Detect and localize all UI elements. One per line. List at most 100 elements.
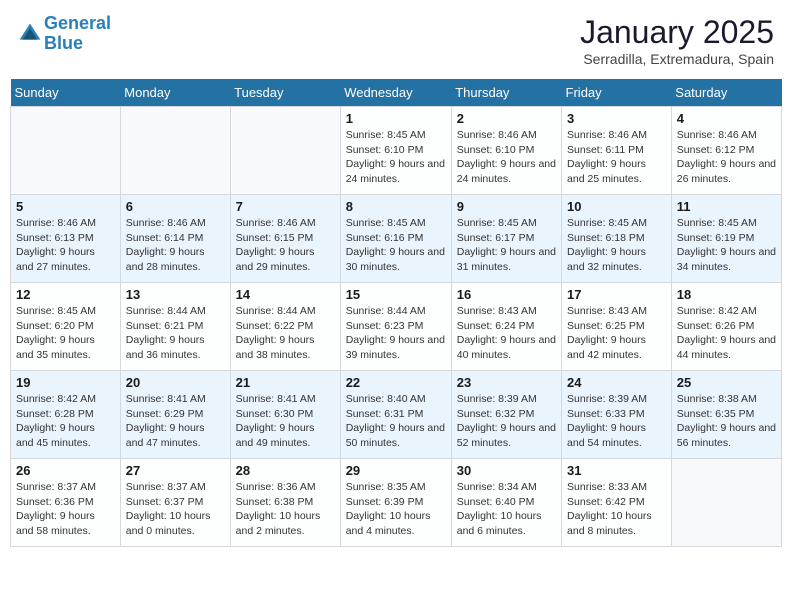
day-info: Sunrise: 8:39 AMSunset: 6:32 PMDaylight:…	[457, 392, 556, 451]
calendar-cell: 12 Sunrise: 8:45 AMSunset: 6:20 PMDayligh…	[11, 283, 121, 371]
day-info: Sunrise: 8:45 AMSunset: 6:17 PMDaylight:…	[457, 216, 556, 275]
day-number: 15	[346, 287, 446, 302]
calendar-cell: 3 Sunrise: 8:46 AMSunset: 6:11 PMDaylight…	[562, 107, 672, 195]
calendar-cell: 16 Sunrise: 8:43 AMSunset: 6:24 PMDayligh…	[451, 283, 561, 371]
calendar-cell	[671, 459, 781, 547]
day-number: 20	[126, 375, 225, 390]
day-number: 29	[346, 463, 446, 478]
day-header-tuesday: Tuesday	[230, 79, 340, 107]
calendar-cell: 11Sunrise: 8:45 AMSunset: 6:19 PMDayligh…	[671, 195, 781, 283]
calendar-cell	[120, 107, 230, 195]
day-info: Sunrise: 8:41 AMSunset: 6:30 PMDaylight:…	[236, 392, 335, 451]
calendar-cell: 23 Sunrise: 8:39 AMSunset: 6:32 PMDayligh…	[451, 371, 561, 459]
calendar-cell: 30Sunrise: 8:34 AMSunset: 6:40 PMDayligh…	[451, 459, 561, 547]
day-info: Sunrise: 8:45 AMSunset: 6:19 PMDaylight:…	[677, 216, 776, 275]
location-subtitle: Serradilla, Extremadura, Spain	[580, 51, 774, 67]
calendar-cell: 15 Sunrise: 8:44 AMSunset: 6:23 PMDayligh…	[340, 283, 451, 371]
day-number: 17	[567, 287, 666, 302]
day-number: 1	[346, 111, 446, 126]
day-number: 4	[677, 111, 776, 126]
day-info: Sunrise: 8:44 AMSunset: 6:23 PMDaylight:…	[346, 304, 446, 363]
day-info: Sunrise: 8:42 AMSunset: 6:28 PMDaylight:…	[16, 392, 115, 451]
day-number: 12	[16, 287, 115, 302]
day-info: Sunrise: 8:46 AMSunset: 6:14 PMDaylight:…	[126, 216, 225, 275]
logo-text: General Blue	[44, 14, 111, 54]
day-info: Sunrise: 8:43 AMSunset: 6:24 PMDaylight:…	[457, 304, 556, 363]
day-number: 8	[346, 199, 446, 214]
day-number: 13	[126, 287, 225, 302]
day-number: 2	[457, 111, 556, 126]
calendar-week-2: 5 Sunrise: 8:46 AMSunset: 6:13 PMDaylight…	[11, 195, 782, 283]
day-number: 19	[16, 375, 115, 390]
calendar-cell: 8 Sunrise: 8:45 AMSunset: 6:16 PMDaylight…	[340, 195, 451, 283]
day-header-sunday: Sunday	[11, 79, 121, 107]
day-info: Sunrise: 8:45 AMSunset: 6:20 PMDaylight:…	[16, 304, 115, 363]
day-number: 27	[126, 463, 225, 478]
day-number: 26	[16, 463, 115, 478]
day-number: 7	[236, 199, 335, 214]
day-info: Sunrise: 8:45 AMSunset: 6:16 PMDaylight:…	[346, 216, 446, 275]
day-number: 5	[16, 199, 115, 214]
day-info: Sunrise: 8:37 AMSunset: 6:36 PMDaylight:…	[16, 480, 115, 539]
calendar-cell: 2 Sunrise: 8:46 AMSunset: 6:10 PMDaylight…	[451, 107, 561, 195]
day-info: Sunrise: 8:46 AMSunset: 6:10 PMDaylight:…	[457, 128, 556, 187]
day-number: 6	[126, 199, 225, 214]
day-number: 31	[567, 463, 666, 478]
calendar-cell: 21Sunrise: 8:41 AMSunset: 6:30 PMDayligh…	[230, 371, 340, 459]
calendar-cell: 17 Sunrise: 8:43 AMSunset: 6:25 PMDayligh…	[562, 283, 672, 371]
calendar-cell: 29 Sunrise: 8:35 AMSunset: 6:39 PMDayligh…	[340, 459, 451, 547]
calendar-cell: 13 Sunrise: 8:44 AMSunset: 6:21 PMDayligh…	[120, 283, 230, 371]
day-info: Sunrise: 8:44 AMSunset: 6:21 PMDaylight:…	[126, 304, 225, 363]
calendar-cell: 6 Sunrise: 8:46 AMSunset: 6:14 PMDaylight…	[120, 195, 230, 283]
calendar-cell: 14Sunrise: 8:44 AMSunset: 6:22 PMDayligh…	[230, 283, 340, 371]
calendar-cell: 26 Sunrise: 8:37 AMSunset: 6:36 PMDayligh…	[11, 459, 121, 547]
day-number: 24	[567, 375, 666, 390]
day-number: 23	[457, 375, 556, 390]
calendar-week-4: 19 Sunrise: 8:42 AMSunset: 6:28 PMDayligh…	[11, 371, 782, 459]
title-block: January 2025 Serradilla, Extremadura, Sp…	[580, 14, 774, 67]
calendar-cell: 22Sunrise: 8:40 AMSunset: 6:31 PMDayligh…	[340, 371, 451, 459]
day-number: 16	[457, 287, 556, 302]
calendar-week-1: 1 Sunrise: 8:45 AMSunset: 6:10 PMDaylight…	[11, 107, 782, 195]
day-header-monday: Monday	[120, 79, 230, 107]
calendar-week-5: 26 Sunrise: 8:37 AMSunset: 6:36 PMDayligh…	[11, 459, 782, 547]
calendar-cell: 5 Sunrise: 8:46 AMSunset: 6:13 PMDaylight…	[11, 195, 121, 283]
day-info: Sunrise: 8:36 AMSunset: 6:38 PMDaylight:…	[236, 480, 335, 539]
day-info: Sunrise: 8:43 AMSunset: 6:25 PMDaylight:…	[567, 304, 666, 363]
day-number: 30	[457, 463, 556, 478]
calendar-week-3: 12 Sunrise: 8:45 AMSunset: 6:20 PMDayligh…	[11, 283, 782, 371]
page-header: General Blue January 2025 Serradilla, Ex…	[10, 10, 782, 71]
day-number: 25	[677, 375, 776, 390]
calendar-cell	[230, 107, 340, 195]
day-info: Sunrise: 8:46 AMSunset: 6:11 PMDaylight:…	[567, 128, 666, 187]
day-info: Sunrise: 8:46 AMSunset: 6:15 PMDaylight:…	[236, 216, 335, 275]
day-number: 9	[457, 199, 556, 214]
calendar-cell: 9 Sunrise: 8:45 AMSunset: 6:17 PMDaylight…	[451, 195, 561, 283]
day-number: 18	[677, 287, 776, 302]
day-info: Sunrise: 8:41 AMSunset: 6:29 PMDaylight:…	[126, 392, 225, 451]
day-header-thursday: Thursday	[451, 79, 561, 107]
day-number: 3	[567, 111, 666, 126]
calendar-cell: 27Sunrise: 8:37 AMSunset: 6:37 PMDayligh…	[120, 459, 230, 547]
day-header-saturday: Saturday	[671, 79, 781, 107]
month-title: January 2025	[580, 14, 774, 51]
day-number: 28	[236, 463, 335, 478]
calendar-cell	[11, 107, 121, 195]
day-info: Sunrise: 8:35 AMSunset: 6:39 PMDaylight:…	[346, 480, 446, 539]
calendar-cell: 1 Sunrise: 8:45 AMSunset: 6:10 PMDaylight…	[340, 107, 451, 195]
day-info: Sunrise: 8:46 AMSunset: 6:13 PMDaylight:…	[16, 216, 115, 275]
calendar-table: SundayMondayTuesdayWednesdayThursdayFrid…	[10, 79, 782, 547]
day-info: Sunrise: 8:40 AMSunset: 6:31 PMDaylight:…	[346, 392, 446, 451]
calendar-cell: 18 Sunrise: 8:42 AMSunset: 6:26 PMDayligh…	[671, 283, 781, 371]
calendar-cell: 31 Sunrise: 8:33 AMSunset: 6:42 PMDayligh…	[562, 459, 672, 547]
day-info: Sunrise: 8:39 AMSunset: 6:33 PMDaylight:…	[567, 392, 666, 451]
day-info: Sunrise: 8:45 AMSunset: 6:10 PMDaylight:…	[346, 128, 446, 187]
day-info: Sunrise: 8:46 AMSunset: 6:12 PMDaylight:…	[677, 128, 776, 187]
calendar-cell: 28 Sunrise: 8:36 AMSunset: 6:38 PMDayligh…	[230, 459, 340, 547]
calendar-cell: 19 Sunrise: 8:42 AMSunset: 6:28 PMDayligh…	[11, 371, 121, 459]
calendar-cell: 4 Sunrise: 8:46 AMSunset: 6:12 PMDaylight…	[671, 107, 781, 195]
day-info: Sunrise: 8:42 AMSunset: 6:26 PMDaylight:…	[677, 304, 776, 363]
calendar-cell: 20 Sunrise: 8:41 AMSunset: 6:29 PMDayligh…	[120, 371, 230, 459]
day-header-wednesday: Wednesday	[340, 79, 451, 107]
day-info: Sunrise: 8:33 AMSunset: 6:42 PMDaylight:…	[567, 480, 666, 539]
